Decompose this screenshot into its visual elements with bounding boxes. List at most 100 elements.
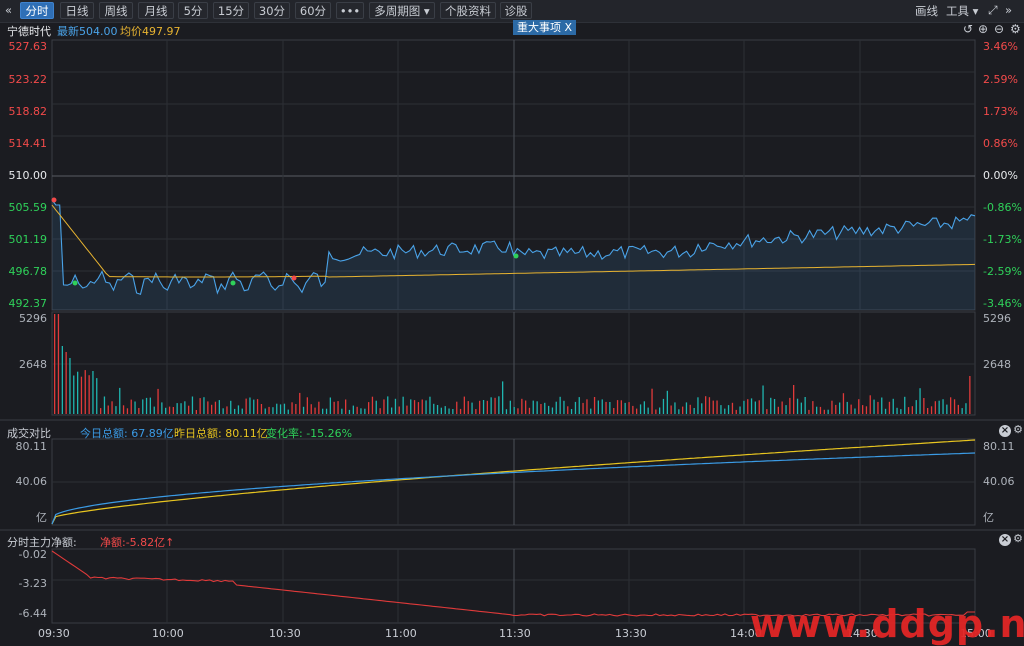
volume-bar: [490, 397, 492, 414]
price-axis-left-5: 510.00: [8, 169, 48, 182]
turnover-axis-right-max: 80.11: [983, 440, 1015, 453]
volume-bar: [907, 407, 910, 414]
volume-bar: [544, 402, 546, 414]
price-axis-left-3: 518.82: [8, 105, 48, 118]
volume-bar: [100, 408, 102, 414]
volume-bar: [762, 385, 764, 414]
price-axis-right-5: 0.00%: [983, 169, 1018, 182]
volume-bar: [302, 406, 305, 414]
flow-axis-2: -3.23: [18, 577, 47, 590]
volume-bar: [325, 408, 328, 414]
volume-bar: [735, 409, 737, 414]
volume-bar: [322, 408, 324, 414]
volume-bar: [149, 397, 151, 414]
volume-bar: [705, 396, 707, 414]
price-axis-right-8: -2.59%: [983, 265, 1022, 278]
volume-bar: [65, 352, 67, 414]
volume-bar: [214, 401, 217, 414]
volume-bar: [329, 397, 331, 414]
volume-bar: [314, 407, 316, 414]
time-label: 13:30: [615, 627, 647, 640]
volume-bar: [368, 402, 370, 414]
volume-bar: [816, 406, 818, 414]
volume-bar: [168, 406, 171, 414]
volume-bar: [126, 408, 129, 414]
price-axis-left-9: 492.37: [8, 297, 48, 310]
volume-bar: [946, 404, 948, 414]
volume-bar: [103, 396, 106, 414]
volume-bar: [80, 376, 83, 414]
volume-bar: [448, 408, 450, 414]
volume-bar: [406, 405, 408, 414]
volume-bar: [188, 405, 190, 414]
volume-bar: [107, 405, 109, 414]
volume-bar: [770, 397, 772, 414]
volume-bar: [862, 405, 864, 414]
turnover-compare-title: 成交对比: [7, 427, 51, 440]
volume-bar: [724, 408, 726, 414]
volume-bar: [712, 400, 714, 414]
volume-bar: [463, 396, 465, 414]
volume-bar: [525, 400, 527, 414]
volume-bar: [563, 400, 565, 414]
volume-bar: [609, 402, 611, 414]
price-axis-left-2: 523.22: [8, 73, 48, 86]
volume-bar: [701, 403, 703, 414]
volume-bar: [444, 406, 446, 414]
volume-bar: [835, 404, 837, 414]
volume-axis-left-mid: 2648: [19, 358, 47, 371]
volume-bar: [433, 403, 435, 414]
volume-bar: [766, 409, 768, 414]
volume-bar: [421, 399, 423, 414]
volume-bar: [413, 400, 416, 414]
volume-bar: [674, 402, 676, 414]
volume-bar: [184, 401, 186, 414]
volume-bar: [904, 396, 906, 414]
volume-bar: [804, 397, 806, 414]
volume-bar: [781, 401, 783, 414]
volume-bar: [318, 401, 320, 414]
close-icon[interactable]: ×: [999, 425, 1011, 437]
volume-bar: [678, 409, 680, 414]
volume-bar: [911, 406, 913, 414]
volume-bar: [693, 408, 695, 414]
turnover-axis-left-mid: 40.06: [15, 475, 48, 488]
volume-bar: [747, 399, 749, 414]
volume-bar: [873, 399, 875, 414]
volume-bar: [555, 401, 557, 414]
volume-bar: [605, 401, 607, 414]
volume-bar: [57, 314, 60, 414]
volume-bar: [896, 407, 898, 414]
volume-bar: [77, 371, 79, 414]
volume-bar: [773, 399, 776, 414]
volume-bar: [697, 397, 699, 414]
volume-bar: [957, 404, 959, 414]
gear-icon[interactable]: ⚙: [1012, 533, 1024, 545]
volume-bar: [54, 314, 56, 414]
volume-bar: [165, 407, 167, 414]
close-icon[interactable]: ×: [999, 534, 1011, 546]
volume-bar: [96, 378, 98, 414]
volume-bar: [291, 402, 293, 414]
volume-bar: [540, 404, 542, 414]
time-label: 11:00: [385, 627, 417, 640]
volume-bar: [969, 376, 971, 414]
volume-bar: [823, 409, 825, 414]
gear-icon[interactable]: ⚙: [1012, 424, 1024, 436]
volume-bar: [440, 407, 442, 414]
price-axis-right-2: 2.59%: [983, 73, 1018, 86]
main-flow-net-label: 净额:-5.82亿↑: [100, 536, 175, 549]
volume-bar: [567, 406, 569, 414]
volume-bar: [471, 402, 473, 414]
time-label: 10:30: [269, 627, 301, 640]
volume-bar: [666, 390, 668, 414]
volume-bar: [942, 399, 944, 414]
today-turnover-label: 今日总额: 67.89亿: [80, 427, 174, 440]
volume-bar: [498, 396, 500, 414]
volume-bar: [272, 407, 274, 414]
volume-bar: [900, 409, 902, 414]
volume-bar: [620, 400, 622, 414]
volume-bar: [716, 400, 718, 414]
volume-bar: [479, 400, 481, 414]
volume-bar: [279, 404, 282, 414]
